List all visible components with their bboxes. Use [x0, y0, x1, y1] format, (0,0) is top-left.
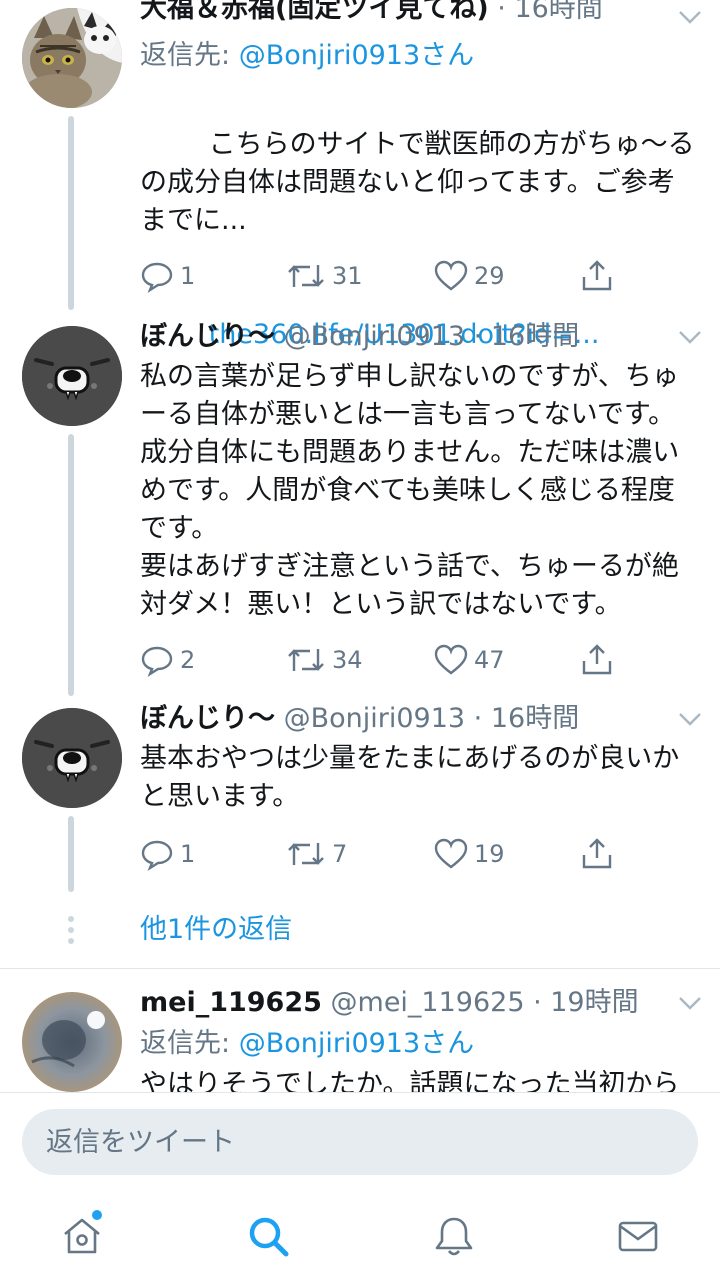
thread-line [68, 434, 74, 696]
reply-to-label: 返信先: [140, 40, 239, 71]
retweet-count: 31 [332, 262, 363, 290]
reply-to-label: 返信先: [140, 1028, 239, 1059]
chevron-down-icon[interactable] [678, 996, 702, 1010]
tab-notifications[interactable] [424, 1206, 484, 1266]
retweet-button[interactable]: 7 [286, 834, 347, 874]
retweet-icon [288, 265, 324, 287]
retweet-button[interactable]: 34 [286, 640, 363, 680]
reply-icon [141, 262, 173, 293]
divider [0, 968, 720, 969]
tweet-text: こちらのサイトで獣医師の方がちゅ〜るの成分自体は問題ないと仰ってます。ご参考まで… [140, 88, 700, 278]
tab-home[interactable] [52, 1206, 112, 1266]
reply-to-line: 返信先: @Bonjiri0913さん [140, 1026, 700, 1062]
retweet-count: 7 [332, 840, 348, 868]
reply-to-handle[interactable]: @Bonjiri0913さん [239, 1028, 474, 1059]
notification-dot [92, 1210, 102, 1220]
reply-count: 1 [180, 840, 196, 868]
tweet-header: ぼんじり〜 @Bonjiri0913 · 16時間 [140, 320, 700, 356]
tweet-actions: 1 31 29 [140, 256, 700, 296]
heart-icon [434, 838, 468, 869]
avatar[interactable] [22, 708, 122, 808]
heart-icon [434, 260, 468, 291]
tweet-body: こちらのサイトで獣医師の方がちゅ〜るの成分自体は問題ないと仰ってます。ご参考まで… [140, 129, 695, 236]
messages-icon [618, 1221, 658, 1252]
thread-line [68, 816, 74, 892]
chevron-down-icon[interactable] [678, 330, 702, 344]
like-count: 19 [474, 840, 505, 868]
user-handle[interactable]: @mei_119625 [331, 987, 525, 1018]
reply-count: 2 [180, 646, 196, 674]
tweet[interactable]: ぼんじり〜 @Bonjiri0913 · 16時間 基本おやつは少量をたまにあげ… [0, 702, 720, 898]
reply-button[interactable]: 1 [140, 256, 195, 296]
like-button[interactable]: 29 [434, 256, 505, 296]
display-name[interactable]: ぼんじり〜 [140, 321, 275, 352]
display-name[interactable]: mei_119625 [140, 987, 322, 1018]
search-icon [249, 1217, 289, 1257]
share-icon [582, 838, 612, 869]
tweet-text: 基本おやつは少量をたまにあげるのが良いかと思います。 [140, 743, 680, 812]
tweet-header: ぼんじり〜 @Bonjiri0913 · 16時間 [140, 702, 700, 738]
reply-compose-bar [0, 1092, 720, 1193]
tweet[interactable]: ぼんじり〜 @Bonjiri0913 · 16時間 私の言葉が足らず申し訳ないの… [0, 320, 720, 700]
reply-to-line: 返信先: @Bonjiri0913さん [140, 38, 700, 74]
more-replies-link[interactable]: 他1件の返信 [140, 910, 292, 950]
retweet-icon [288, 649, 324, 671]
avatar[interactable] [22, 326, 122, 426]
timeline-feed: 大福＆赤福(固定ツイ見てね) · 16時間 返信先: @Bonjiri0913さ… [0, 0, 720, 1092]
tweet[interactable]: 大福＆赤福(固定ツイ見てね) · 16時間 返信先: @Bonjiri0913さ… [0, 0, 720, 350]
reply-to-handle[interactable]: @Bonjiri0913さん [239, 40, 474, 71]
retweet-button[interactable]: 31 [286, 256, 363, 296]
tweet-header: 大福＆赤福(固定ツイ見てね) · 16時間 [140, 0, 700, 28]
like-count: 47 [474, 646, 505, 674]
like-button[interactable]: 47 [434, 640, 505, 680]
chevron-down-icon[interactable] [678, 712, 702, 726]
reply-button[interactable]: 1 [140, 834, 195, 874]
display-name[interactable]: 大福＆赤福(固定ツイ見てね) [140, 0, 489, 24]
like-button[interactable]: 19 [434, 834, 505, 874]
meta-time: · 16時間 [497, 0, 603, 24]
cat-photo [22, 8, 122, 108]
meta-time: · 19時間 [533, 987, 639, 1018]
tweet-actions: 2 34 47 [140, 640, 700, 680]
display-name[interactable]: ぼんじり〜 [140, 703, 275, 734]
share-button[interactable] [580, 256, 620, 296]
share-icon [582, 644, 612, 675]
like-count: 29 [474, 262, 505, 290]
tweet-actions: 1 7 19 [140, 834, 700, 874]
tweet[interactable]: mei_119625 @mei_119625 · 19時間 返信先: @Bonj… [0, 986, 720, 1092]
chevron-down-icon[interactable] [678, 10, 702, 24]
share-button[interactable] [580, 834, 620, 874]
tweet-text: 私の言葉が足らず申し訳ないのですが、ちゅーる自体が悪いとは一言も言ってないです。… [140, 361, 680, 620]
retweet-count: 34 [332, 646, 363, 674]
reply-icon [141, 646, 173, 677]
reply-input[interactable] [22, 1109, 698, 1175]
retweet-icon [288, 843, 324, 865]
tab-search[interactable] [238, 1206, 298, 1266]
show-more-replies[interactable]: 他1件の返信 [0, 900, 720, 962]
tweet-header: mei_119625 @mei_119625 · 19時間 [140, 986, 700, 1022]
share-icon [582, 260, 612, 291]
reply-button[interactable]: 2 [140, 640, 195, 680]
bottom-tab-bar [0, 1192, 720, 1280]
reply-count: 1 [180, 262, 196, 290]
share-button[interactable] [580, 640, 620, 680]
heart-icon [434, 644, 468, 675]
eye-photo [22, 992, 122, 1092]
user-handle[interactable]: @Bonjiri0913 [284, 321, 465, 352]
thread-line [68, 116, 74, 310]
avatar[interactable] [22, 992, 122, 1092]
dog-face-illustration [22, 708, 122, 808]
avatar[interactable] [22, 8, 122, 108]
user-handle[interactable]: @Bonjiri0913 [284, 703, 465, 734]
more-dots-icon [68, 916, 74, 949]
meta-time: · 16時間 [473, 321, 580, 352]
tweet-text: やはりそうでしたか。話題になった当初から [140, 1069, 680, 1092]
meta-time: · 16時間 [473, 703, 580, 734]
reply-icon [141, 840, 173, 871]
home-icon [64, 1218, 100, 1254]
notifications-icon [435, 1217, 473, 1256]
dog-face-illustration [22, 326, 122, 426]
tab-messages[interactable] [608, 1206, 668, 1266]
